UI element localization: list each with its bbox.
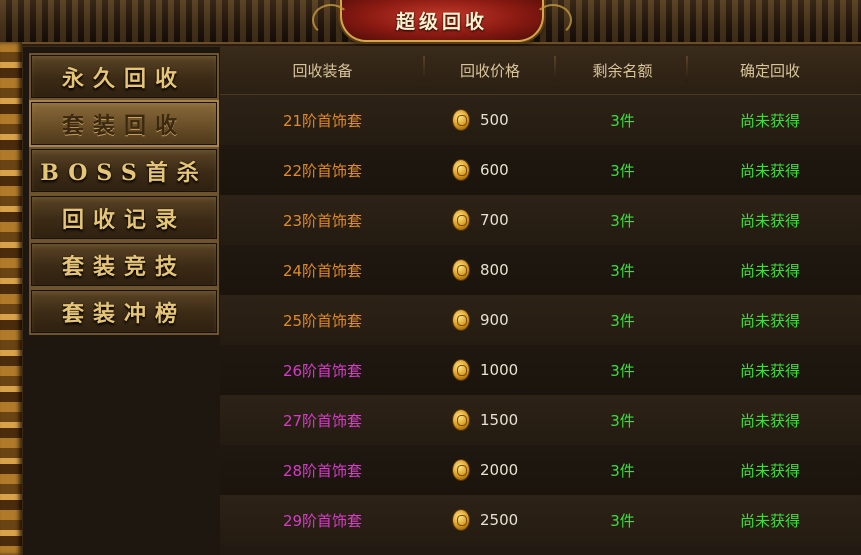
coin-icon: [453, 510, 469, 530]
recycle-status-button[interactable]: 尚未获得: [690, 295, 850, 345]
sidebar-item-label: 套装竞技: [61, 253, 186, 280]
remaining-count: 3件: [610, 411, 635, 430]
header-remaining: 剩余名额: [592, 61, 653, 80]
table-row: 28阶首饰套 2000 3件 尚未获得: [220, 445, 861, 495]
item-name: 25阶首饰套: [282, 311, 363, 330]
recycle-status-button[interactable]: 尚未获得: [690, 245, 850, 295]
price-value: 900: [480, 311, 509, 329]
sidebar: 永久回收 套装回收 BOSS首杀 回收记录 套装竞技 套装冲榜: [22, 46, 224, 555]
table-row: 25阶首饰套 900 3件 尚未获得: [220, 295, 861, 345]
price-value: 1500: [480, 411, 519, 429]
coin-icon: [453, 110, 469, 130]
recycle-status-button[interactable]: 尚未获得: [690, 445, 850, 495]
recycle-status-button[interactable]: 尚未获得: [690, 395, 850, 445]
table-row: 26阶首饰套 1000 3件 尚未获得: [220, 345, 861, 395]
recycle-status-button[interactable]: 尚未获得: [690, 95, 850, 145]
item-price: 500: [425, 95, 555, 145]
price-value: 500: [480, 111, 509, 129]
header-price: 回收价格: [459, 61, 520, 80]
item-price: 800: [425, 245, 555, 295]
item-price: 1000: [425, 345, 555, 395]
sidebar-item-set-recycle[interactable]: 套装回收: [29, 100, 219, 147]
sidebar-item-permanent-recycle[interactable]: 永久回收: [29, 53, 219, 100]
item-name: 23阶首饰套: [282, 211, 363, 230]
sidebar-item-boss-first-kill[interactable]: BOSS首杀: [29, 147, 219, 194]
table-row: 21阶首饰套 500 3件 尚未获得: [220, 95, 861, 145]
remaining-count: 3件: [610, 361, 635, 380]
table-header: 回收装备 回收价格 剩余名额 确定回收: [220, 46, 861, 95]
price-value: 2500: [480, 511, 519, 529]
sidebar-item-label: 套装冲榜: [61, 300, 186, 327]
coin-icon: [453, 260, 469, 280]
remaining-count: 3件: [610, 311, 635, 330]
sidebar-item-set-ranking[interactable]: 套装冲榜: [29, 288, 219, 335]
recycle-table: 回收装备 回收价格 剩余名额 确定回收 21阶首饰套 500 3件 尚未获得 22阶首饰…: [220, 46, 861, 555]
remaining-count: 3件: [610, 461, 635, 480]
price-value: 800: [480, 261, 509, 279]
item-name: 29阶首饰套: [282, 511, 363, 530]
item-name: 22阶首饰套: [282, 161, 363, 180]
coin-icon: [453, 460, 469, 480]
price-value: 1000: [480, 361, 519, 379]
recycle-status-button[interactable]: 尚未获得: [690, 495, 850, 545]
item-price: 900: [425, 295, 555, 345]
item-price: 600: [425, 145, 555, 195]
header-divider: [686, 56, 688, 82]
coin-icon: [453, 410, 469, 430]
header-equipment: 回收装备: [292, 61, 353, 80]
item-name: 26阶首饰套: [282, 361, 363, 380]
recycle-panel: 超级回收 永久回收 套装回收 BOSS首杀 回收记录 套装竞技 套装冲榜 回收装…: [0, 0, 861, 555]
price-value: 700: [480, 211, 509, 229]
item-name: 24阶首饰套: [282, 261, 363, 280]
table-row: 23阶首饰套 700 3件 尚未获得: [220, 195, 861, 245]
remaining-count: 3件: [610, 511, 635, 530]
table-row: 29阶首饰套 2500 3件 尚未获得: [220, 495, 861, 545]
item-name: 28阶首饰套: [282, 461, 363, 480]
item-price: 2500: [425, 495, 555, 545]
price-value: 2000: [480, 461, 519, 479]
left-decoration: [0, 42, 22, 555]
item-price: 1500: [425, 395, 555, 445]
recycle-status-button[interactable]: 尚未获得: [690, 345, 850, 395]
sidebar-item-label: 回收记录: [61, 206, 186, 233]
coin-icon: [453, 310, 469, 330]
sidebar-item-set-arena[interactable]: 套装竞技: [29, 241, 219, 288]
item-price: 2000: [425, 445, 555, 495]
remaining-count: 3件: [610, 211, 635, 230]
sidebar-item-label: BOSS首杀: [40, 159, 208, 186]
coin-icon: [453, 160, 469, 180]
sidebar-item-label: 永久回收: [61, 65, 186, 92]
price-value: 600: [480, 161, 509, 179]
remaining-count: 3件: [610, 111, 635, 130]
recycle-status-button[interactable]: 尚未获得: [690, 195, 850, 245]
coin-icon: [453, 360, 469, 380]
item-price: 700: [425, 195, 555, 245]
item-name: 27阶首饰套: [282, 411, 363, 430]
sidebar-item-recycle-record[interactable]: 回收记录: [29, 194, 219, 241]
table-row: 22阶首饰套 600 3件 尚未获得: [220, 145, 861, 195]
table-row: 24阶首饰套 800 3件 尚未获得: [220, 245, 861, 295]
sidebar-item-label: 套装回收: [61, 112, 186, 139]
coin-icon: [453, 210, 469, 230]
header-confirm: 确定回收: [739, 61, 800, 80]
panel-title: 超级回收: [395, 10, 488, 33]
title-plaque: 超级回收: [312, 0, 572, 42]
item-name: 21阶首饰套: [282, 111, 363, 130]
remaining-count: 3件: [610, 261, 635, 280]
recycle-status-button[interactable]: 尚未获得: [690, 145, 850, 195]
table-row: 27阶首饰套 1500 3件 尚未获得: [220, 395, 861, 445]
remaining-count: 3件: [610, 161, 635, 180]
top-frame: 超级回收: [0, 0, 861, 44]
